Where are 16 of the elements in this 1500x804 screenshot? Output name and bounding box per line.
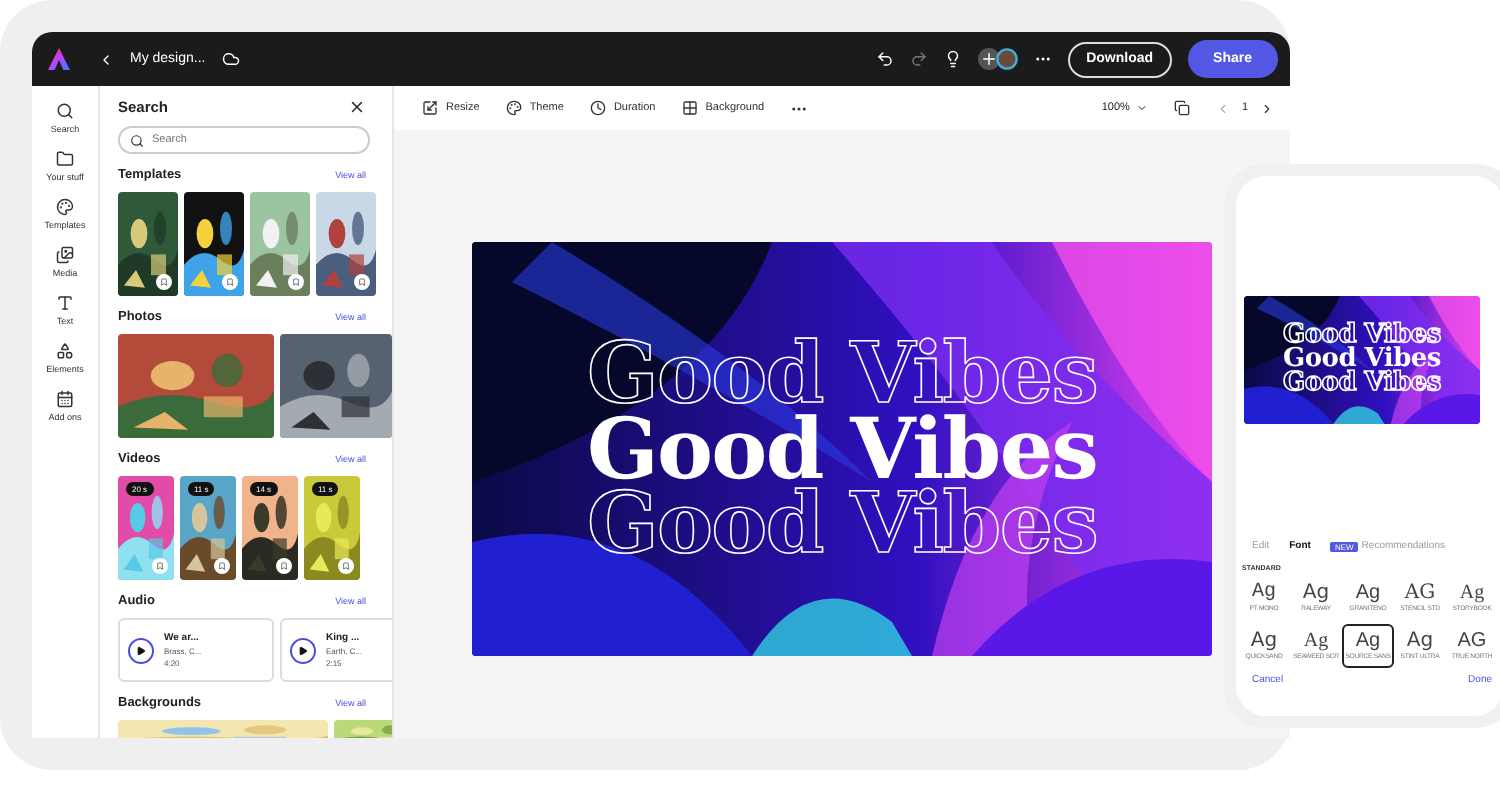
- font-sample: AG: [1457, 632, 1487, 652]
- font-sample: Ag: [1459, 584, 1485, 604]
- font-sample: Ag: [1251, 584, 1276, 604]
- font-sample: Ag: [1355, 584, 1381, 604]
- font-sample: AG: [1404, 584, 1436, 604]
- outline-headline: Good Vibes: [586, 335, 1098, 412]
- outline-headline: Good Vibes: [1283, 324, 1441, 349]
- outline-headline: Good Vibes: [1283, 371, 1441, 396]
- outline-headline: Good Vibes: [586, 486, 1098, 563]
- font-sample: Ag: [1355, 632, 1381, 652]
- headline: Good Vibes: [586, 411, 1098, 487]
- font-sample: Ag: [1406, 632, 1434, 652]
- font-sample: Ag: [1302, 584, 1330, 604]
- font-sample: Ag: [1303, 632, 1329, 652]
- headline: Good Vibes: [1283, 348, 1441, 372]
- font-sample: Ag: [1250, 632, 1278, 652]
